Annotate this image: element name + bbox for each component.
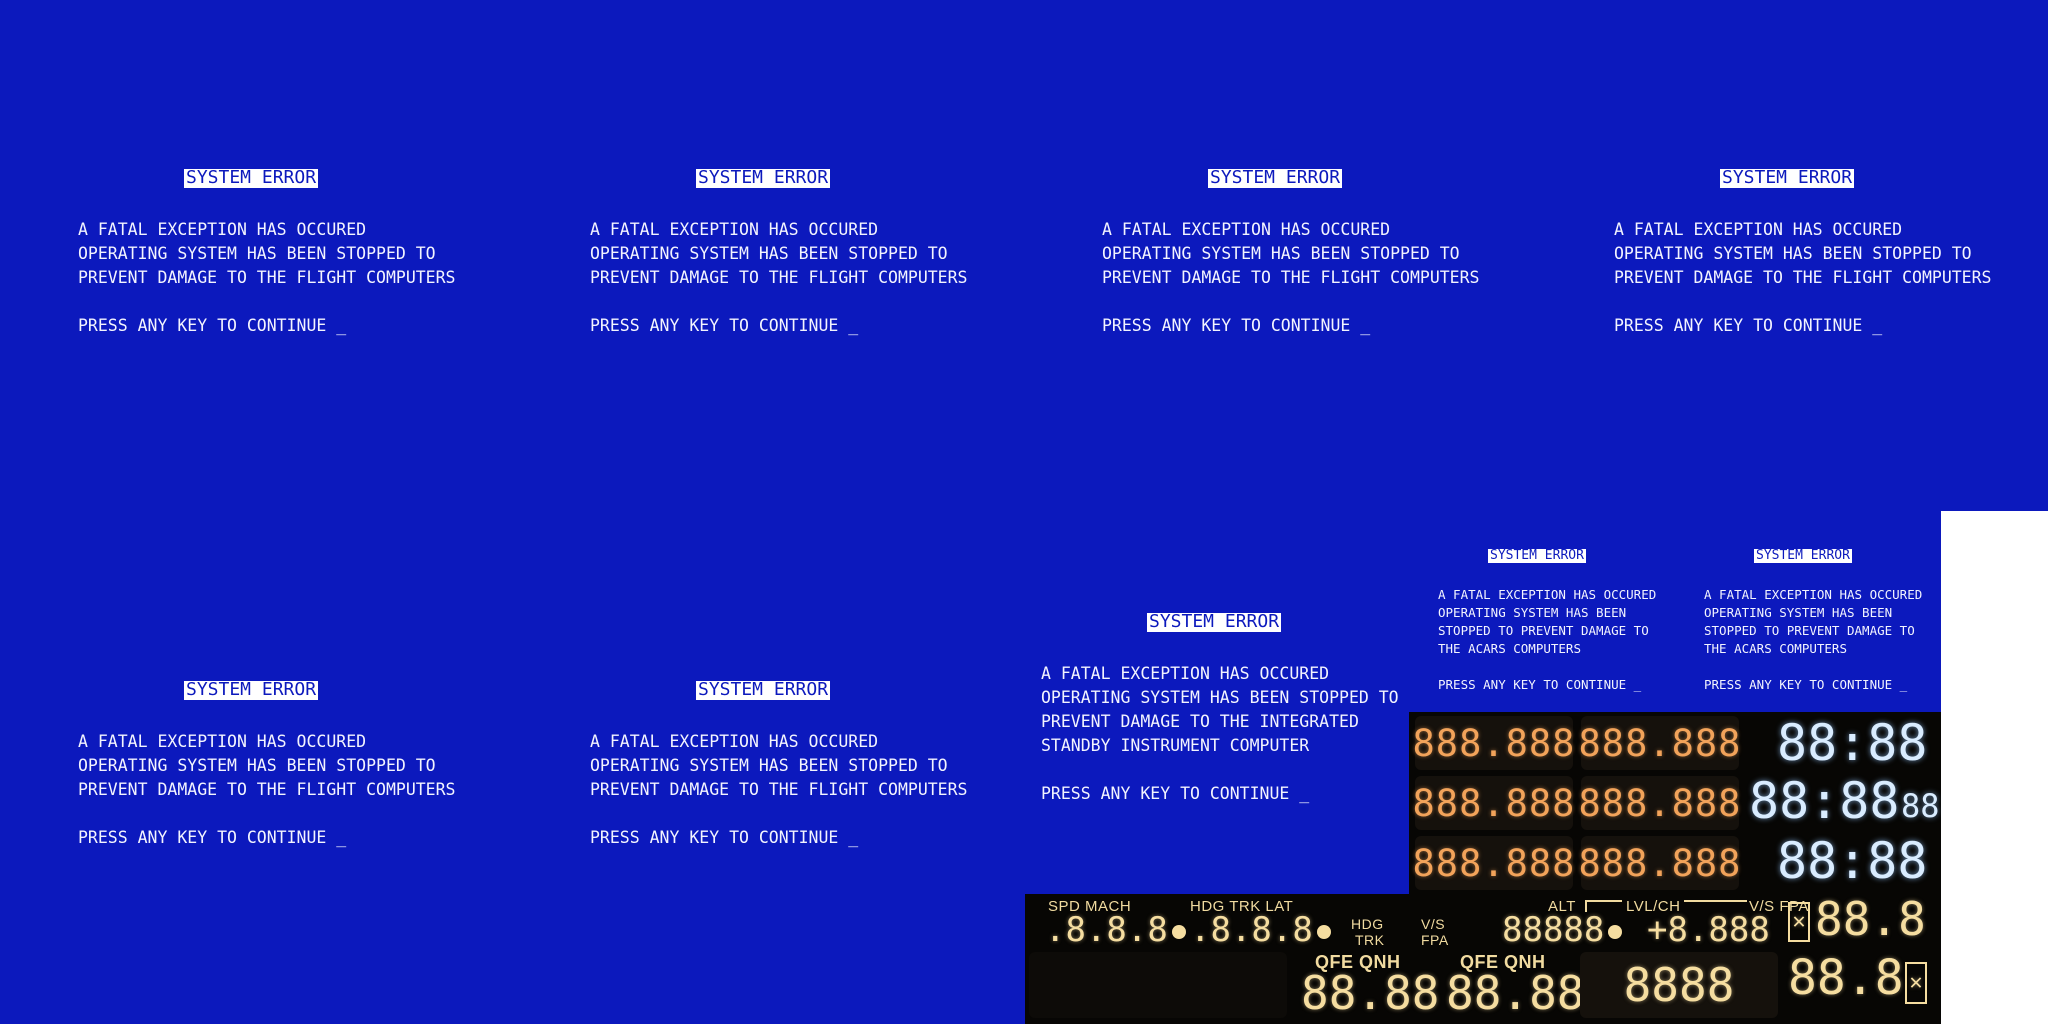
speed-display: .8.8.8 <box>1045 910 1186 950</box>
clock-display: 88:88 <box>1777 714 1928 772</box>
error-title: SYSTEM ERROR <box>696 167 831 188</box>
error-message: A FATAL EXCEPTION HAS OCCURED OPERATING S… <box>1614 220 1992 335</box>
error-message: A FATAL EXCEPTION HAS OCCURED OPERATING S… <box>1102 220 1480 335</box>
error-message: A FATAL EXCEPTION HAS OCCURED OPERATING S… <box>1704 587 1923 692</box>
error-message: A FATAL EXCEPTION HAS OCCURED OPERATING S… <box>590 220 968 335</box>
segment-x-icon: ✕ <box>1905 962 1927 1004</box>
right-upper-display: 88.8 <box>1815 892 1926 946</box>
blank-texture-area <box>1941 511 2048 1024</box>
chrono-display: 88:88 <box>1749 772 1900 830</box>
managed-heading-dot-icon <box>1316 924 1331 939</box>
segment-x-icon: ✕ <box>1788 902 1810 942</box>
right-lower-display: 88.8 <box>1788 950 1904 1006</box>
managed-speed-dot-icon <box>1171 924 1186 939</box>
error-message: A FATAL EXCEPTION HAS OCCURED OPERATING S… <box>78 732 456 847</box>
error-title: SYSTEM ERROR <box>1208 167 1343 188</box>
error-title: SYSTEM ERROR <box>1754 548 1852 563</box>
error-message: A FATAL EXCEPTION HAS OCCURED OPERATING S… <box>590 732 968 847</box>
frequency-display: 888.888 <box>1579 776 1740 830</box>
center-display: 8888 <box>1580 952 1778 1018</box>
error-title: SYSTEM ERROR <box>184 167 319 188</box>
frequency-display: 888.888 <box>1413 836 1574 890</box>
baro-display: 88.88 <box>1446 966 1585 1020</box>
error-message: A FATAL EXCEPTION HAS OCCURED OPERATING S… <box>78 220 456 335</box>
error-message: A FATAL EXCEPTION HAS OCCURED OPERATING S… <box>1438 587 1657 692</box>
frequency-display: 888.888 <box>1579 716 1740 770</box>
vs-label: V/S <box>1421 916 1446 932</box>
heading-display: .8.8.8 <box>1190 910 1331 950</box>
vertical-speed-display: +8.888 <box>1647 910 1770 950</box>
error-title: SYSTEM ERROR <box>1720 167 1855 188</box>
error-title: SYSTEM ERROR <box>1488 548 1586 563</box>
elapsed-time-display: 88:88 <box>1777 832 1928 890</box>
blank-display <box>1029 952 1287 1018</box>
error-message: A FATAL EXCEPTION HAS OCCURED OPERATING S… <box>1041 664 1399 803</box>
chrono-seconds-display: 88 <box>1901 787 1940 825</box>
managed-altitude-dot-icon <box>1608 924 1623 939</box>
frequency-display: 888.888 <box>1413 716 1574 770</box>
baro-display: 88.88 <box>1301 966 1440 1020</box>
error-title: SYSTEM ERROR <box>184 679 319 700</box>
fcu-display-panel: SPD MACH .8.8.8 HDG TRK LAT .8.8.8 HDG T… <box>1025 892 1941 1024</box>
frequency-display: 888.888 <box>1579 836 1740 890</box>
trk-label: TRK <box>1355 932 1385 948</box>
fpa-label: FPA <box>1421 932 1449 948</box>
error-title: SYSTEM ERROR <box>696 679 831 700</box>
altitude-display: 88888 <box>1502 910 1623 950</box>
frequency-display: 888.888 <box>1413 776 1574 830</box>
hdg-label: HDG <box>1351 916 1384 932</box>
error-title: SYSTEM ERROR <box>1147 611 1282 632</box>
rmp-display-panel: 888.888 888.888 888.888 888.888 888.888 … <box>1409 712 1941 894</box>
